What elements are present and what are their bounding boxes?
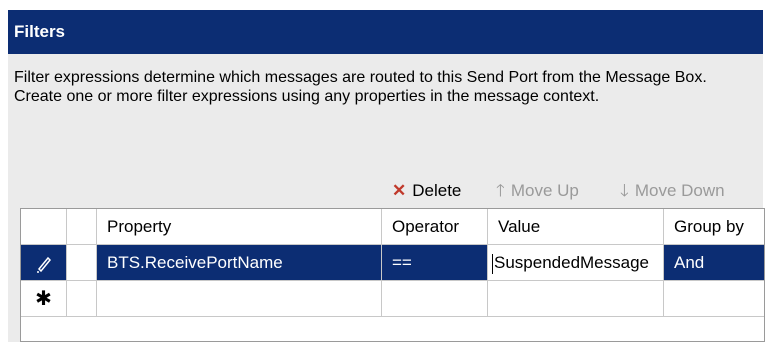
property-cell[interactable]: BTS.ReceivePortName xyxy=(97,245,382,281)
group-by-cell[interactable]: And xyxy=(664,245,764,281)
move-down-label: Move Down xyxy=(634,181,725,200)
value-cell-editor[interactable]: SuspendedMessage xyxy=(488,245,664,281)
delete-x-icon: ✕ xyxy=(392,181,407,200)
filters-panel: Filters Filter expressions determine whi… xyxy=(8,10,765,342)
column-header-operator[interactable]: Operator xyxy=(382,209,488,245)
text-caret xyxy=(492,253,493,274)
edit-pencil-icon[interactable] xyxy=(21,245,67,281)
column-header-value[interactable]: Value xyxy=(488,209,664,245)
arrow-down-icon: 🡓 xyxy=(620,181,629,200)
filters-toolbar: ✕ Delete 🡑 Move Up 🡓 Move Down xyxy=(8,178,763,204)
filter-grid[interactable]: Property Operator Value Group by BTS.Rec… xyxy=(20,208,765,342)
delete-label: Delete xyxy=(412,181,462,200)
filters-title: Filters xyxy=(8,10,763,54)
move-up-label: Move Up xyxy=(510,181,579,200)
new-value-cell[interactable] xyxy=(488,281,664,317)
new-operator-cell[interactable] xyxy=(382,281,488,317)
value-cell-text: SuspendedMessage xyxy=(494,253,650,272)
new-property-cell[interactable] xyxy=(97,281,382,317)
group-header-cell xyxy=(67,209,97,245)
move-down-button[interactable]: 🡓 Move Down xyxy=(620,178,725,204)
arrow-up-icon: 🡑 xyxy=(496,181,505,200)
new-row[interactable]: ✱ xyxy=(21,281,764,317)
corner-header-cell xyxy=(21,209,67,245)
filters-description: Filter expressions determine which messa… xyxy=(14,69,707,105)
column-header-property[interactable]: Property xyxy=(97,209,382,245)
delete-button[interactable]: ✕ Delete xyxy=(392,178,461,204)
column-header-group-by[interactable]: Group by xyxy=(664,209,764,245)
new-row-asterisk-icon[interactable]: ✱ xyxy=(21,281,67,317)
grid-header-row: Property Operator Value Group by xyxy=(21,209,764,245)
operator-cell[interactable]: == xyxy=(382,245,488,281)
new-row-group-cell[interactable] xyxy=(67,281,97,317)
new-group-by-cell[interactable] xyxy=(664,281,764,317)
table-row[interactable]: BTS.ReceivePortName == SuspendedMessage … xyxy=(21,245,764,281)
move-up-button[interactable]: 🡑 Move Up xyxy=(496,178,579,204)
row-group-cell[interactable] xyxy=(67,245,97,281)
